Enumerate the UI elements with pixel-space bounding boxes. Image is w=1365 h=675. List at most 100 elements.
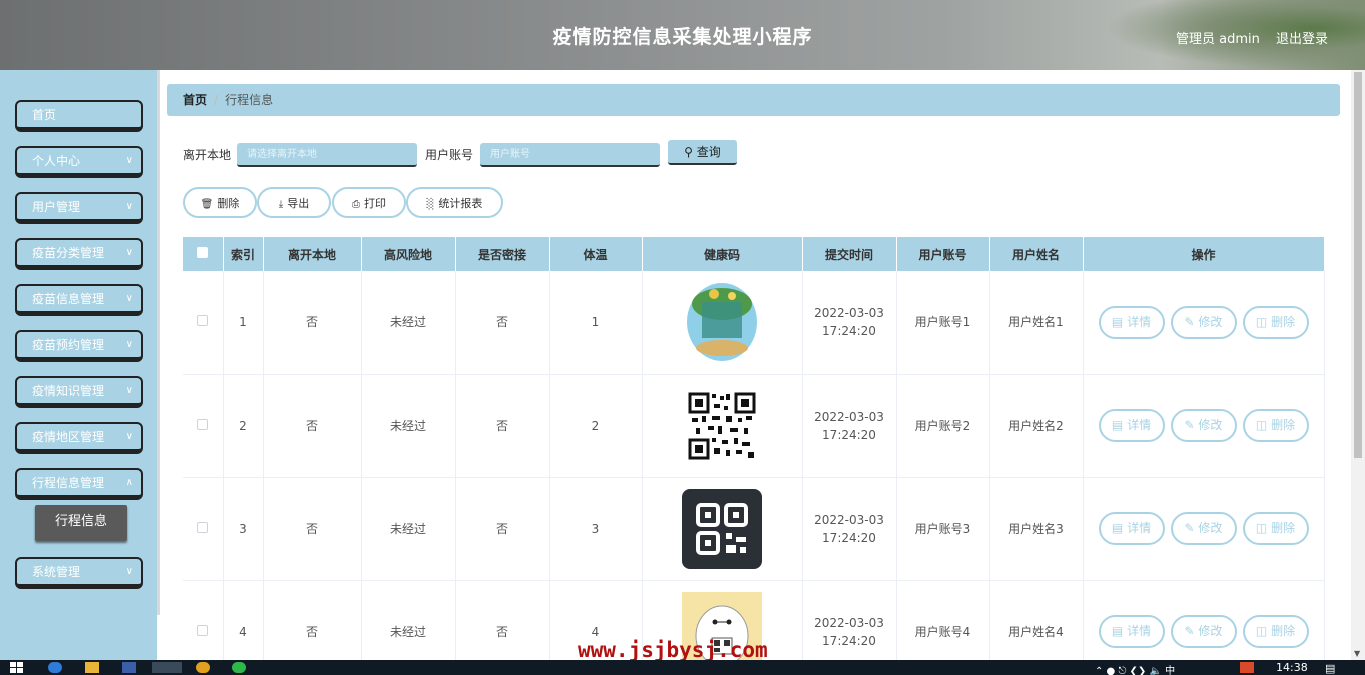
browser-icon[interactable]: [152, 662, 182, 673]
edit-button[interactable]: ✎ 修改: [1170, 305, 1237, 339]
column-header: 高风险地: [361, 237, 456, 271]
sidebar-item-home[interactable]: 首页: [15, 100, 143, 132]
action-center-icon[interactable]: ▤: [1325, 662, 1339, 675]
edit-button[interactable]: ✎ 修改: [1170, 409, 1237, 442]
notification-app-icon[interactable]: [1240, 662, 1254, 673]
sidebar-item-label: 个人中心: [32, 154, 81, 168]
row-checkbox[interactable]: [197, 624, 209, 636]
edit-label: 修改: [1198, 624, 1223, 638]
cell-health-code: [642, 374, 803, 478]
table-row: 2 否 未经过 否 2 2022-03-03 17:24:20 用户账号2 用户…: [183, 374, 1325, 478]
column-header: 是否密接: [455, 237, 550, 271]
os-taskbar: ⌃ ● ⎋ ❮❯ 🔈 中 14:38 ▤: [0, 660, 1365, 675]
user-account-input[interactable]: [480, 143, 660, 167]
row-checkbox[interactable]: [197, 521, 209, 533]
edit-label: 修改: [1198, 418, 1223, 432]
sidebar-item-label: 首页: [32, 108, 57, 122]
cell-name: 用户姓名1: [989, 271, 1084, 375]
print-label: 打印: [364, 196, 386, 210]
breadcrumb-separator: /: [214, 93, 219, 107]
edit-button[interactable]: ✎ 修改: [1170, 615, 1237, 648]
health-code-image[interactable]: [682, 488, 762, 569]
breadcrumb-home[interactable]: 首页: [183, 93, 207, 107]
statistics-report-label: 统计报表: [438, 196, 483, 210]
health-code-image[interactable]: [682, 386, 762, 466]
sidebar-item-user-management[interactable]: 用户管理 ∨: [15, 192, 143, 224]
sidebar-item-trip-management[interactable]: 行程信息管理 ∧: [15, 468, 143, 500]
wechat-icon[interactable]: [232, 662, 246, 673]
export-button[interactable]: ⤓ 导出: [257, 187, 331, 218]
chevron-down-icon: ∨: [125, 431, 133, 442]
user-account-label: 用户账号: [425, 148, 474, 162]
sidebar-scrollbar[interactable]: [157, 70, 160, 615]
query-button[interactable]: ⚲ 查询: [668, 140, 737, 165]
sidebar-item-epidemic-knowledge[interactable]: 疫情知识管理 ∨: [15, 376, 143, 408]
row-delete-button[interactable]: ◫ 删除: [1242, 512, 1309, 545]
document-icon: ▤: [1111, 418, 1128, 432]
cell-health-code: [642, 271, 803, 375]
sidebar-item-personal-center[interactable]: 个人中心 ∨: [15, 146, 143, 178]
logout-link[interactable]: 退出登录: [1276, 28, 1328, 47]
export-label: 导出: [287, 196, 310, 210]
folder-icon[interactable]: [85, 662, 99, 673]
windows-start-icon[interactable]: [10, 662, 24, 673]
row-delete-button[interactable]: ◫ 删除: [1242, 615, 1309, 648]
column-header: 索引: [223, 237, 264, 271]
cell-account: 用户账号3: [896, 477, 990, 581]
cell-temperature: 3: [549, 477, 643, 581]
top-header: 疫情防控信息采集处理小程序 管理员 admin 退出登录: [0, 0, 1365, 70]
row-delete-button[interactable]: ◫ 删除: [1242, 409, 1309, 442]
page-scrollbar[interactable]: ▼: [1351, 70, 1365, 660]
app-icon[interactable]: [196, 662, 210, 673]
row-checkbox[interactable]: [197, 418, 209, 430]
bulk-delete-button[interactable]: 🗑 删除: [183, 187, 257, 218]
cell-temperature: 1: [549, 271, 643, 375]
trash-icon: ◫: [1255, 418, 1272, 432]
detail-button[interactable]: ▤ 详情: [1098, 512, 1165, 545]
row-delete-label: 删除: [1271, 314, 1296, 329]
chevron-down-icon: ∨: [125, 385, 133, 396]
system-tray[interactable]: ⌃ ● ⎋ ❮❯ 🔈 中: [1095, 662, 1245, 675]
sidebar-item-vaccine-category[interactable]: 疫苗分类管理 ∨: [15, 238, 143, 270]
cell-leave: 否: [263, 374, 362, 478]
chevron-down-icon: ∨: [125, 566, 133, 577]
sidebar-item-vaccine-info[interactable]: 疫苗信息管理 ∨: [15, 284, 143, 316]
sidebar-subitem-trip-info[interactable]: 行程信息: [35, 505, 127, 541]
sidebar-item-epidemic-region[interactable]: 疫情地区管理 ∨: [15, 422, 143, 454]
sidebar-item-system-management[interactable]: 系统管理 ∨: [15, 557, 143, 589]
ide-icon[interactable]: [122, 662, 136, 673]
statistics-report-button[interactable]: ░ 统计报表: [406, 187, 503, 218]
sidebar-item-label: 行程信息管理: [32, 476, 105, 490]
trash-icon: ◫: [1255, 521, 1272, 535]
cell-submit-time: 2022-03-03 17:24:20: [802, 271, 897, 375]
select-all-checkbox[interactable]: [197, 247, 209, 258]
sidebar-item-label: 疫苗预约管理: [32, 338, 105, 352]
leave-local-label: 离开本地: [183, 148, 232, 162]
chevron-down-icon: ∨: [125, 247, 133, 258]
detail-button[interactable]: ▤ 详情: [1098, 615, 1165, 648]
row-checkbox[interactable]: [197, 315, 209, 327]
sidebar-item-label: 疫苗信息管理: [32, 292, 105, 306]
print-button[interactable]: ⎙ 打印: [332, 187, 406, 218]
scrollbar-thumb[interactable]: [1354, 72, 1362, 458]
select-all-header[interactable]: [183, 237, 224, 271]
edit-label: 修改: [1198, 521, 1223, 535]
sidebar-item-label: 疫情知识管理: [32, 384, 105, 398]
cell-submit-time: 2022-03-03 17:24:20: [802, 374, 897, 478]
sidebar-item-vaccine-booking[interactable]: 疫苗预约管理 ∨: [15, 330, 143, 362]
detail-button[interactable]: ▤ 详情: [1098, 409, 1165, 442]
pencil-icon: ✎: [1184, 418, 1199, 432]
pencil-icon: ✎: [1184, 624, 1199, 638]
health-code-image[interactable]: [682, 282, 762, 362]
chevron-up-icon: ∧: [125, 477, 133, 488]
row-delete-label: 删除: [1271, 521, 1296, 535]
table-header-row: 索引 离开本地 高风险地 是否密接 体温 健康码 提交时间 用户账号 用户姓名 …: [183, 237, 1325, 271]
edit-button[interactable]: ✎ 修改: [1170, 512, 1237, 545]
sidebar-item-label: 疫情地区管理: [32, 430, 105, 444]
row-delete-button[interactable]: ◫ 删除: [1242, 305, 1309, 339]
leave-local-select[interactable]: [237, 143, 417, 167]
detail-button[interactable]: ▤ 详情: [1098, 305, 1165, 339]
cell-leave: 否: [263, 477, 362, 581]
scroll-down-arrow-icon[interactable]: ▼: [1354, 649, 1360, 658]
search-icon[interactable]: [48, 662, 62, 673]
